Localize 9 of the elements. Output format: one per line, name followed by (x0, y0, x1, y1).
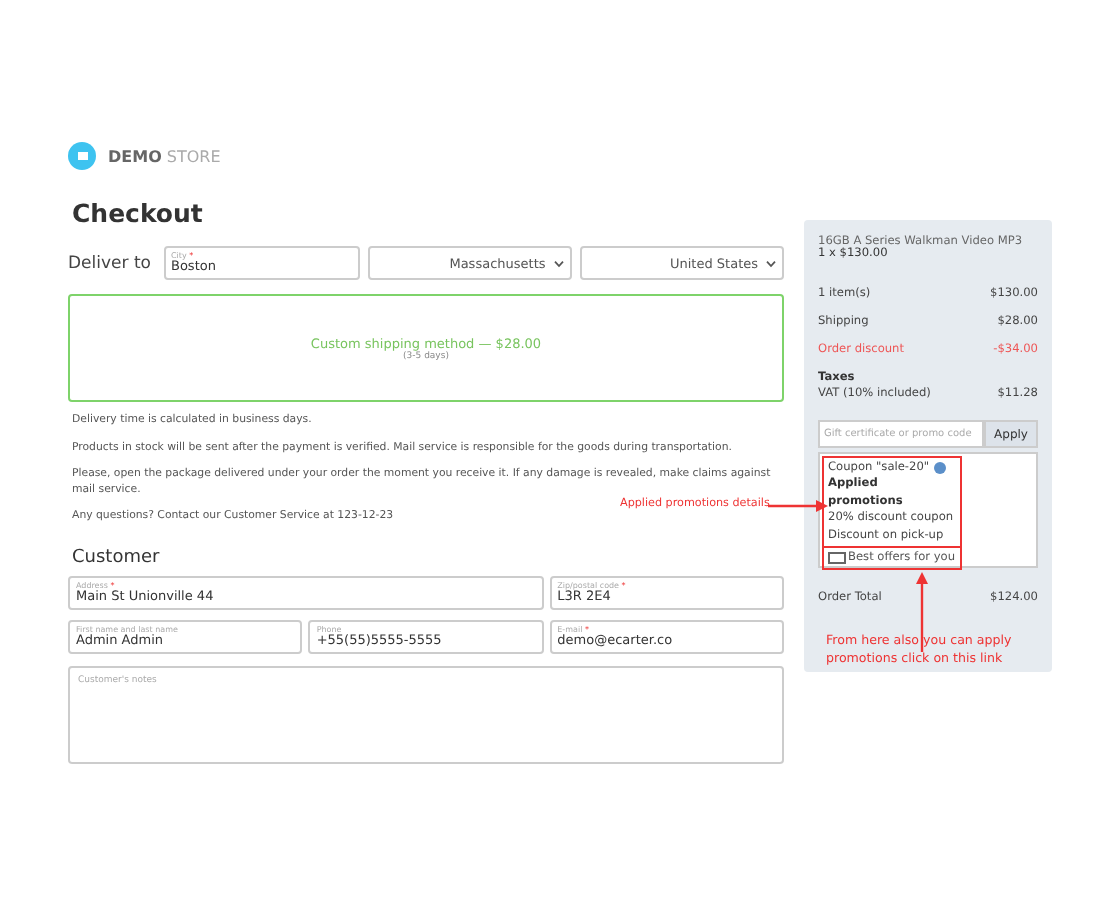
offers-icon (828, 551, 846, 564)
section-heading: Customer (72, 547, 162, 568)
page-title: Checkout (72, 198, 205, 228)
caret-icon (766, 259, 776, 267)
remove-coupon-icon[interactable] (933, 462, 946, 475)
caret-icon (553, 259, 564, 267)
store-logo-icon (68, 142, 96, 170)
store-name: DEMO STORE (108, 147, 221, 165)
deliver-label: Deliver to (68, 253, 151, 273)
